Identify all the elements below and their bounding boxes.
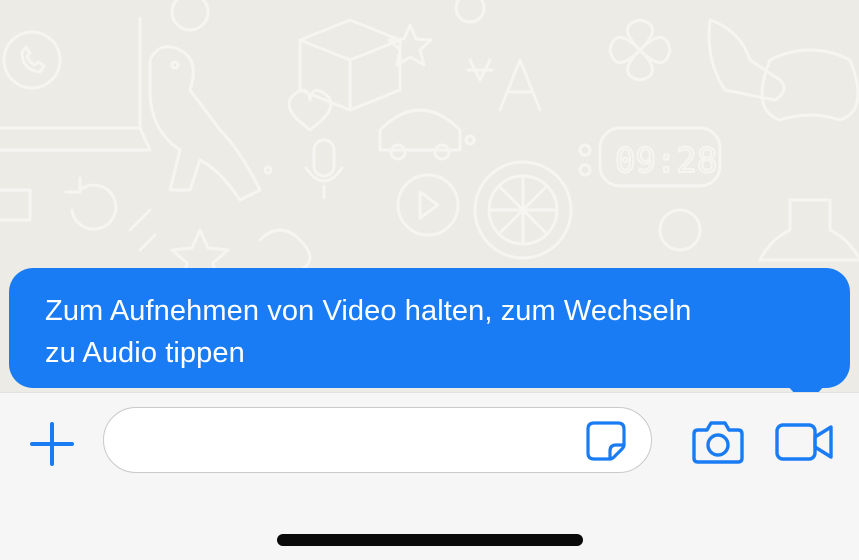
camera-button[interactable]	[692, 418, 744, 466]
tooltip-line-2: zu Audio tippen	[45, 337, 245, 369]
camera-icon	[692, 421, 744, 464]
sticker-icon	[586, 421, 626, 461]
message-input[interactable]	[103, 407, 652, 473]
tooltip-line-1: Zum Aufnehmen von Video halten, zum Wech…	[45, 295, 692, 327]
plus-icon	[30, 422, 74, 466]
video-record-button[interactable]	[775, 420, 835, 464]
attach-plus-button[interactable]	[28, 420, 76, 468]
home-indicator[interactable]	[277, 534, 583, 546]
video-hint-tooltip: Zum Aufnehmen von Video halten, zum Wech…	[9, 268, 850, 388]
sticker-button[interactable]	[584, 419, 628, 463]
clock-doodle-text: 09:28	[615, 141, 717, 181]
video-camera-icon	[775, 423, 833, 461]
